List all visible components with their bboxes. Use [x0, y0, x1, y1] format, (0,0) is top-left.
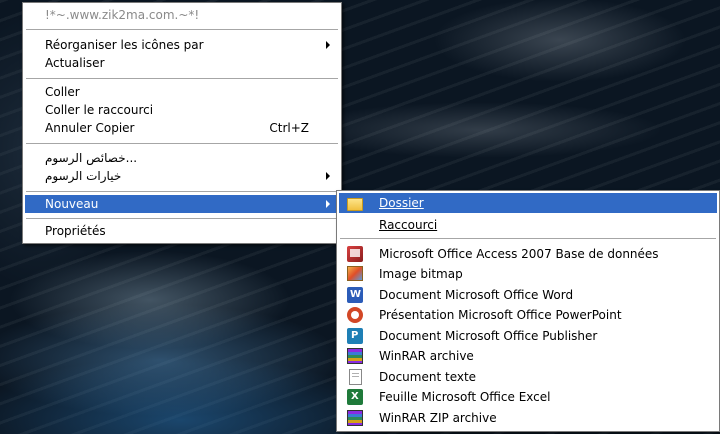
- submenu-item-folder[interactable]: Dossier: [339, 193, 717, 213]
- menu-item-undo-copy[interactable]: Annuler Copier Ctrl+Z: [25, 119, 339, 137]
- submenu-item-word[interactable]: Document Microsoft Office Word: [339, 285, 717, 305]
- submenu-item-winrar-zip[interactable]: WinRAR ZIP archive: [339, 408, 717, 428]
- menu-separator: [340, 238, 716, 240]
- bitmap-icon: [347, 266, 363, 281]
- menu-separator: [26, 29, 338, 31]
- submenu-item-excel[interactable]: Feuille Microsoft Office Excel: [339, 387, 717, 407]
- menu-item-arrange-icons[interactable]: Réorganiser les icônes par: [25, 36, 339, 54]
- submenu-item-bitmap[interactable]: Image bitmap: [339, 264, 717, 284]
- desktop-context-menu: !*~.www.zik2ma.com.~*! Réorganiser les i…: [22, 2, 342, 244]
- menu-separator: [26, 78, 338, 80]
- word-icon: [347, 287, 363, 303]
- menu-separator: [26, 218, 338, 220]
- menu-separator: [26, 143, 338, 145]
- submenu-item-access-db[interactable]: Microsoft Office Access 2007 Base de don…: [339, 244, 717, 264]
- menu-item-graphics-properties[interactable]: ...خصائص الرسوم: [25, 149, 339, 167]
- submenu-item-powerpoint[interactable]: Présentation Microsoft Office PowerPoint: [339, 305, 717, 325]
- menu-item-paste-shortcut[interactable]: Coller le raccourci: [25, 101, 339, 119]
- folder-icon: [347, 198, 363, 211]
- menu-separator: [26, 191, 338, 193]
- shortcut-label: Ctrl+Z: [269, 121, 309, 135]
- powerpoint-icon: [347, 307, 363, 323]
- submenu-item-shortcut[interactable]: Raccourci: [339, 215, 717, 235]
- submenu-arrow-icon: [326, 200, 330, 208]
- menu-item-graphics-options[interactable]: خيارات الرسوم: [25, 167, 339, 185]
- menu-header-watermark: !*~.www.zik2ma.com.~*!: [45, 8, 200, 22]
- submenu-item-winrar[interactable]: WinRAR archive: [339, 346, 717, 366]
- menu-item-properties[interactable]: Propriétés: [25, 222, 339, 240]
- publisher-icon: [347, 328, 363, 344]
- excel-icon: [347, 389, 363, 405]
- menu-item-refresh[interactable]: Actualiser: [25, 54, 339, 72]
- submenu-arrow-icon: [326, 172, 330, 180]
- winrar-zip-icon: [347, 410, 363, 426]
- winrar-icon: [347, 348, 363, 364]
- text-document-icon: [349, 369, 362, 385]
- submenu-item-publisher[interactable]: Document Microsoft Office Publisher: [339, 326, 717, 346]
- new-submenu: Dossier Raccourci Microsoft Office Acces…: [336, 190, 720, 432]
- submenu-item-text-document[interactable]: Document texte: [339, 367, 717, 387]
- access-icon: [347, 246, 363, 262]
- menu-item-new[interactable]: Nouveau: [25, 195, 339, 213]
- submenu-arrow-icon: [326, 41, 330, 49]
- menu-item-paste[interactable]: Coller: [25, 83, 339, 101]
